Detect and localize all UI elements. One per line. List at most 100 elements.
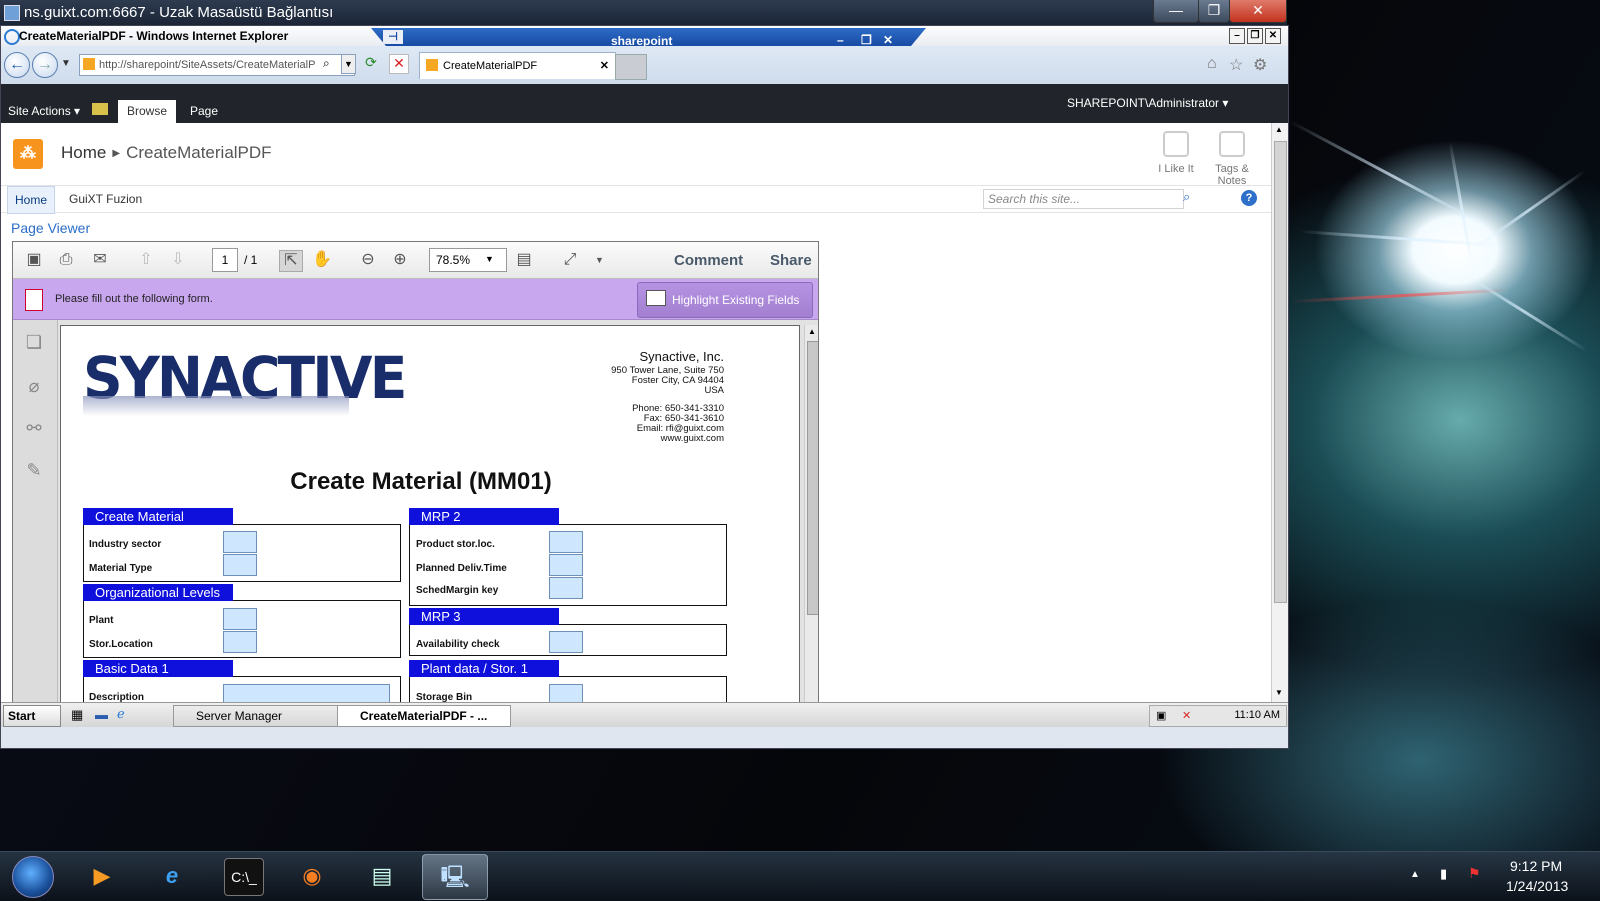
full-screen-icon[interactable]: ⤢ <box>559 250 581 270</box>
remote-connection-bar[interactable]: ⊣ sharepoint – ❐ ✕ <box>371 28 926 48</box>
tags-notes-button[interactable]: Tags & Notes <box>1202 131 1262 187</box>
tray-volume-muted-icon[interactable]: ✕ <box>1182 709 1191 722</box>
ribbon-tab-page[interactable]: Page <box>190 104 218 118</box>
close-button[interactable]: ✕ <box>1229 0 1287 23</box>
storage-bin-field[interactable] <box>549 684 583 702</box>
stop-icon[interactable]: ✕ <box>389 54 409 74</box>
notepad-icon[interactable]: ▤ <box>363 858 401 894</box>
address-bar[interactable]: http://sharepoint/SiteAssets/CreateMater… <box>79 54 355 76</box>
pages-panel-icon[interactable]: ❏ <box>23 332 45 354</box>
zoom-out-icon[interactable]: ⊖ <box>357 250 379 270</box>
taskbar-server-manager[interactable]: Server Manager <box>173 705 355 727</box>
field-label: Plant <box>89 615 114 626</box>
address-search-icon[interactable]: ⌕ <box>323 56 330 71</box>
scroll-down-icon[interactable]: ▼ <box>1275 688 1283 697</box>
next-page-icon[interactable]: ⇩ <box>167 250 189 270</box>
select-tool-icon[interactable]: ⇱ <box>279 250 303 272</box>
site-actions-menu[interactable]: Site Actions ▾ <box>8 104 80 118</box>
tab-close-icon[interactable]: ✕ <box>600 53 609 79</box>
scroll-up-icon[interactable]: ▲ <box>1275 125 1283 134</box>
topnav-home[interactable]: Home <box>7 186 55 214</box>
attachments-icon[interactable]: ⌀ <box>23 376 45 398</box>
product-storage-location-field[interactable] <box>549 531 583 553</box>
availability-check-field[interactable] <box>549 631 583 653</box>
print-icon[interactable]: ⎙ <box>55 250 77 270</box>
plant-field[interactable] <box>223 608 257 630</box>
page-scrollbar[interactable]: ▲ ▼ <box>1271 123 1288 702</box>
description-field[interactable] <box>223 684 390 702</box>
zoom-level-select[interactable]: 78.5% <box>429 248 507 272</box>
scroll-up-icon[interactable]: ▲ <box>808 327 816 336</box>
taskbar-time[interactable]: 9:12 PM <box>1510 858 1562 874</box>
restore-button[interactable]: ❐ <box>1198 0 1230 23</box>
action-center-icon[interactable]: ⚑ <box>1468 865 1481 882</box>
remote-start-button[interactable]: Start <box>3 705 61 727</box>
wallpaper-light-ray <box>1289 120 1503 236</box>
command-prompt-icon[interactable]: C:\_ <box>224 858 264 896</box>
remote-desktop-taskbar-icon[interactable]: 🖳 <box>422 854 488 900</box>
page-scroll-thumb[interactable] <box>1274 141 1287 603</box>
quicklaunch-powershell-icon[interactable]: ▬ <box>95 707 108 722</box>
hand-tool-icon[interactable]: ✋ <box>311 250 333 270</box>
i-like-it-button[interactable]: I Like It <box>1146 131 1206 175</box>
material-type-field[interactable] <box>223 554 257 576</box>
ie-close-icon[interactable]: ✕ <box>1265 28 1281 44</box>
highlight-fields-button[interactable]: Highlight Existing Fields <box>637 282 813 318</box>
network-icon[interactable]: ▮ <box>1440 866 1447 882</box>
storage-location-field[interactable] <box>223 631 257 653</box>
pdf-scroll-thumb[interactable] <box>807 341 818 615</box>
ie-restore-icon[interactable]: ❐ <box>1247 28 1263 44</box>
page-viewer-title[interactable]: Page Viewer <box>11 220 90 236</box>
tray-network-icon[interactable]: ▣ <box>1156 709 1166 722</box>
browser-tab[interactable]: CreateMaterialPDF ✕ <box>419 52 616 79</box>
more-options-icon[interactable]: ▼ <box>595 255 604 265</box>
user-menu[interactable]: SHAREPOINT\Administrator ▾ <box>1067 96 1228 110</box>
favorites-star-icon[interactable]: ☆ <box>1229 55 1243 75</box>
breadcrumb-home[interactable]: Home <box>61 143 106 162</box>
internet-explorer-icon[interactable]: e <box>153 858 191 894</box>
previous-page-icon[interactable]: ⇧ <box>135 250 157 270</box>
fit-page-icon[interactable]: ▤ <box>513 250 535 270</box>
zoom-dropdown-icon[interactable]: ▼ <box>485 254 494 264</box>
recent-pages-dropdown-icon[interactable]: ▼ <box>61 58 71 69</box>
pdf-scrollbar[interactable]: ▲ <box>804 325 818 702</box>
save-icon[interactable]: ▣ <box>23 250 45 270</box>
email-icon[interactable]: ✉ <box>89 250 111 270</box>
find-binoculars-icon[interactable]: ⚯ <box>23 418 45 440</box>
back-icon[interactable]: ← <box>4 52 30 78</box>
edit-page-icon[interactable] <box>92 103 108 115</box>
quicklaunch-ie-icon[interactable]: ℯ <box>117 706 125 722</box>
quicklaunch-server-icon[interactable]: ▦ <box>71 707 83 723</box>
remote-desktop-titlebar[interactable]: ns.guixt.com:6667 - Uzak Masaüstü Bağlan… <box>0 0 1287 25</box>
pin-icon[interactable]: ⊣ <box>383 30 403 44</box>
topnav-guixt-fuzion[interactable]: GuiXT Fuzion <box>69 192 142 206</box>
share-button[interactable]: Share <box>770 252 812 269</box>
refresh-icon[interactable]: ⟳ <box>361 54 381 74</box>
minimize-button[interactable]: — <box>1153 0 1199 23</box>
taskbar-createmateralpdf[interactable]: CreateMaterialPDF - ... <box>337 705 511 727</box>
sched-margin-key-field[interactable] <box>549 577 583 599</box>
signature-icon[interactable]: ✎ <box>23 460 45 482</box>
address-dropdown-icon[interactable]: ▼ <box>341 54 356 74</box>
home-icon[interactable]: ⌂ <box>1207 55 1217 73</box>
search-icon[interactable]: ⌕ <box>1183 189 1190 205</box>
ribbon-tab-browse[interactable]: Browse <box>118 100 176 123</box>
forward-icon[interactable]: → <box>32 52 58 78</box>
zoom-in-icon[interactable]: ⊕ <box>389 250 411 270</box>
help-icon[interactable]: ? <box>1241 190 1257 206</box>
tools-gear-icon[interactable]: ⚙ <box>1253 55 1267 75</box>
firefox-icon[interactable]: ◉ <box>293 858 331 894</box>
site-logo-icon[interactable]: ⁂ <box>13 139 43 169</box>
ie-minimize-icon[interactable]: – <box>1229 28 1245 44</box>
page-number-input[interactable]: 1 <box>212 248 238 272</box>
industry-sector-field[interactable] <box>223 531 257 553</box>
media-player-icon[interactable]: ▶ <box>83 858 121 894</box>
search-input[interactable]: Search this site... <box>983 189 1184 209</box>
show-hidden-icons-icon[interactable]: ▲ <box>1410 869 1420 880</box>
new-tab-button[interactable] <box>615 54 647 80</box>
planned-delivery-time-field[interactable] <box>549 554 583 576</box>
comment-button[interactable]: Comment <box>674 252 743 269</box>
field-label: Product stor.loc. <box>416 539 495 550</box>
windows-start-orb[interactable] <box>12 856 54 898</box>
taskbar-date[interactable]: 1/24/2013 <box>1506 878 1568 894</box>
